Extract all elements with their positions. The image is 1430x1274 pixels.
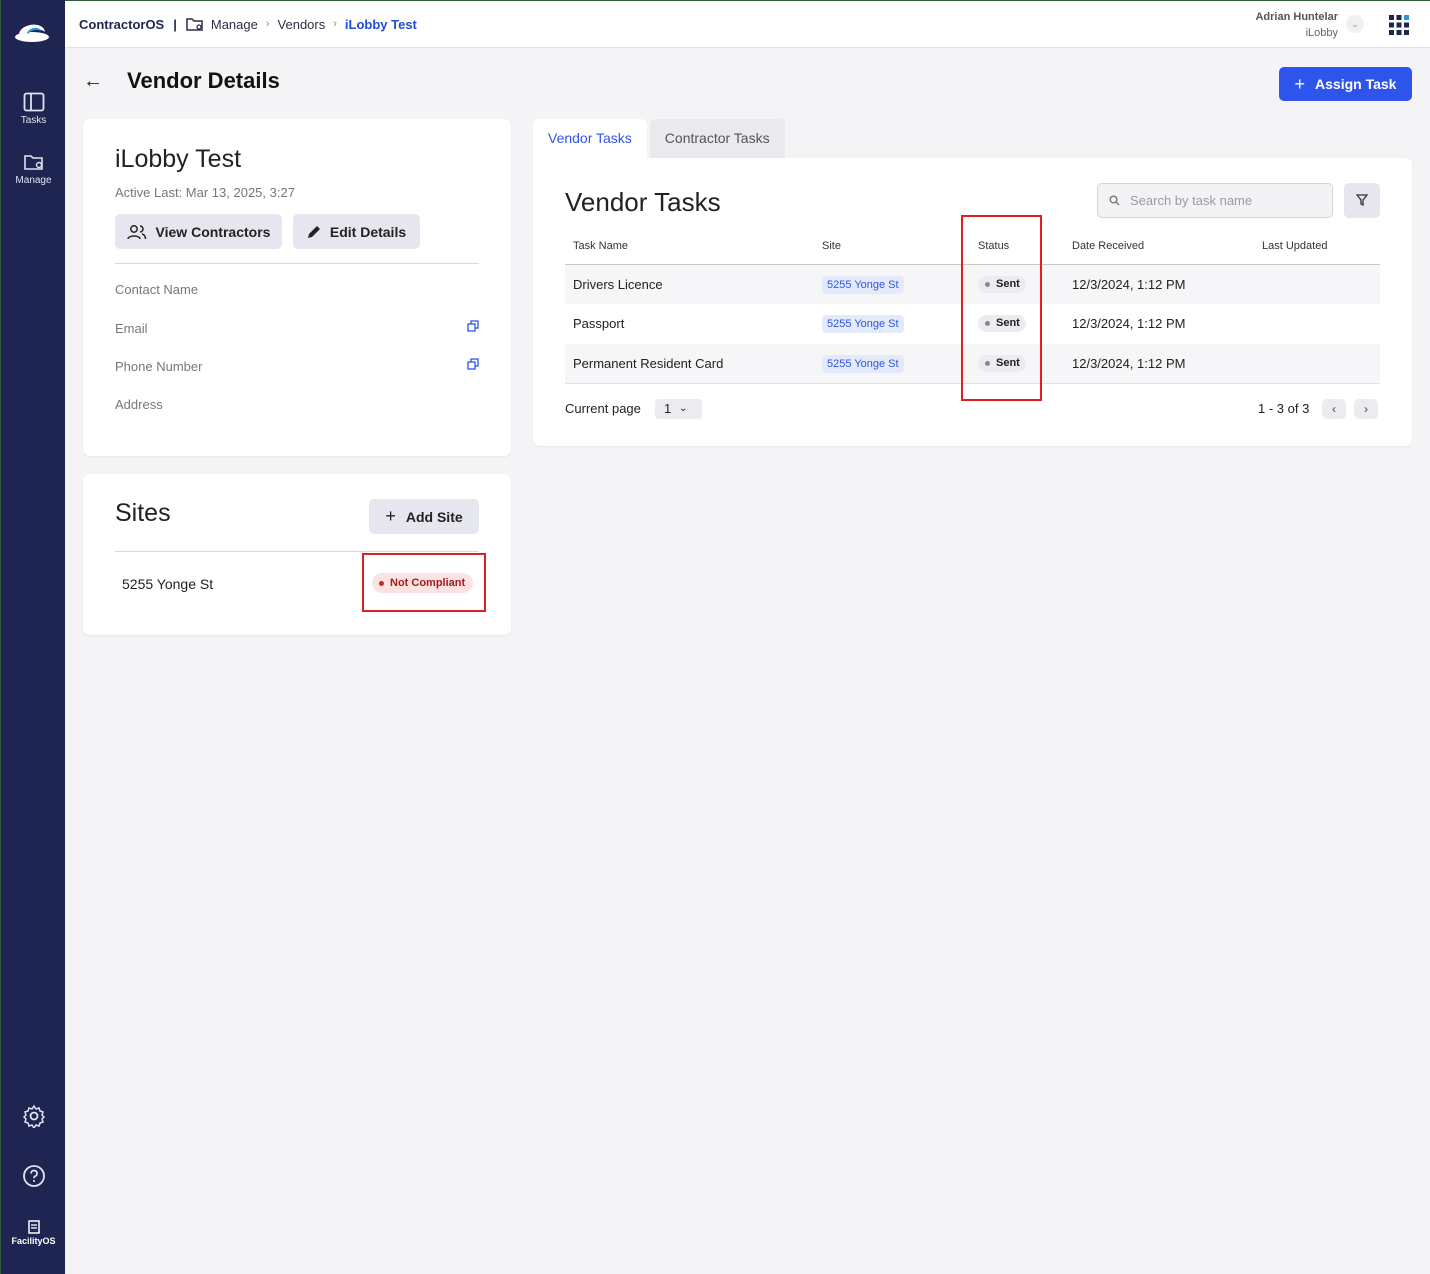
page-title: Vendor Details [127,68,280,93]
contractoros-logo[interactable] [13,16,51,46]
vendor-tasks-card: Vendor Tasks Search by task name Task Na… [533,158,1412,446]
search-placeholder: Search by task name [1130,193,1253,208]
vendor-name: iLobby Test [115,145,242,173]
column-header-task-name[interactable]: Task Name [573,240,628,252]
highlight-box [961,215,1042,401]
divider [115,263,479,264]
current-page-label: Current page [565,401,641,416]
panel-icon [23,92,44,112]
chevron-down-icon[interactable]: ⌄ [1346,15,1364,33]
address-label: Address [115,397,163,412]
folder-gear-icon [23,155,43,170]
tab-contractor-tasks[interactable]: Contractor Tasks [649,119,785,158]
gear-icon [22,1104,45,1130]
copy-icon[interactable] [467,358,479,370]
task-tabs: Vendor Tasks Contractor Tasks [533,119,785,158]
active-last: Active Last: Mar 13, 2025, 3:27 [115,185,295,200]
app-name[interactable]: ContractorOS [79,17,164,32]
breadcrumb-current: iLobby Test [344,16,417,32]
user-name: Adrian Huntelar [1255,11,1338,23]
task-name: Passport [573,316,625,331]
breadcrumb-divider: | [173,16,177,32]
sites-title: Sites [115,499,171,527]
folder-gear-icon [186,18,203,31]
tab-vendor-tasks[interactable]: Vendor Tasks [533,119,647,158]
task-name: Permanent Resident Card [573,356,724,371]
breadcrumb-manage[interactable]: Manage [211,17,258,32]
filter-icon [1356,194,1368,207]
divider [115,551,479,552]
settings-button[interactable] [1,1104,66,1133]
site-chip[interactable]: 5255 Yonge St [822,355,904,373]
tasks-title: Vendor Tasks [565,187,721,217]
assign-task-button[interactable]: + Assign Task [1279,67,1412,101]
column-header-date-received[interactable]: Date Received [1072,240,1144,252]
search-input[interactable]: Search by task name [1097,183,1333,218]
chevron-down-icon: ⌄ [679,403,688,414]
sites-card: Sites + Add Site 5255 Yonge St Not Compl… [83,474,511,635]
sidebar-item-label: Manage [15,175,52,186]
help-button[interactable] [1,1164,66,1193]
task-name: Drivers Licence [573,277,663,292]
site-chip[interactable]: 5255 Yonge St [822,276,904,294]
view-contractors-button[interactable]: View Contractors [115,214,282,249]
help-icon [22,1165,45,1187]
date-received: 12/3/2024, 1:12 PM [1072,356,1186,371]
edit-details-label: Edit Details [329,223,407,240]
app-grid-icon[interactable] [1389,15,1409,35]
vendor-details-card: iLobby Test Active Last: Mar 13, 2025, 3… [83,119,511,456]
phone-label: Phone Number [115,359,203,374]
breadcrumb-vendors[interactable]: Vendors [278,17,326,32]
page-header: ← Vendor Details [83,68,280,94]
edit-details-button[interactable]: Edit Details [293,214,420,249]
site-chip[interactable]: 5255 Yonge St [822,315,904,333]
chevron-right-icon: › [265,18,270,30]
top-bar: ContractorOS | Manage › Vendors › iLobby… [65,0,1430,48]
contact-name-label: Contact Name [115,282,199,297]
date-received: 12/3/2024, 1:12 PM [1072,277,1186,292]
facilityos-label: FacilityOS [11,1236,56,1246]
column-header-site[interactable]: Site [822,240,841,252]
add-site-button[interactable]: + Add Site [369,499,479,534]
sidebar-item-manage[interactable]: Manage [1,152,66,186]
chevron-right-icon: › [333,18,337,30]
users-icon [126,224,146,239]
email-label: Email [115,321,148,336]
breadcrumb: ContractorOS | Manage › Vendors › iLobby… [79,16,417,32]
copy-icon[interactable] [467,320,479,332]
column-header-last-updated[interactable]: Last Updated [1262,240,1327,252]
user-menu[interactable]: Adrian Huntelar iLobby [1255,9,1338,41]
search-icon [1109,195,1120,206]
prev-page-button[interactable]: ‹ [1322,399,1346,419]
assign-task-label: Assign Task [1315,76,1397,92]
plus-icon: + [385,506,396,526]
site-name[interactable]: 5255 Yonge St [122,576,213,592]
sidebar-item-tasks[interactable]: Tasks [1,92,66,126]
sidebar-item-label: Tasks [20,115,47,126]
facilityos-link[interactable]: FacilityOS [1,1220,66,1246]
page-select[interactable]: 1 ⌄ [655,399,702,419]
page-range: 1 - 3 of 3 [1258,401,1310,416]
user-org: iLobby [1305,27,1338,39]
building-icon [27,1220,40,1234]
pencil-icon [307,225,320,238]
highlight-box [362,553,486,612]
date-received: 12/3/2024, 1:12 PM [1072,316,1186,331]
back-arrow-icon[interactable]: ← [83,70,103,93]
filter-button[interactable] [1344,183,1380,218]
page-select-value: 1 [664,401,672,416]
chevron-right-icon: › [1364,402,1368,416]
add-site-label: Add Site [405,508,463,525]
next-page-button[interactable]: › [1354,399,1378,419]
plus-icon: + [1294,73,1306,94]
chevron-left-icon: ‹ [1332,402,1336,416]
sidebar: Tasks Manage FacilityOS [0,0,65,1274]
view-contractors-label: View Contractors [155,223,271,240]
